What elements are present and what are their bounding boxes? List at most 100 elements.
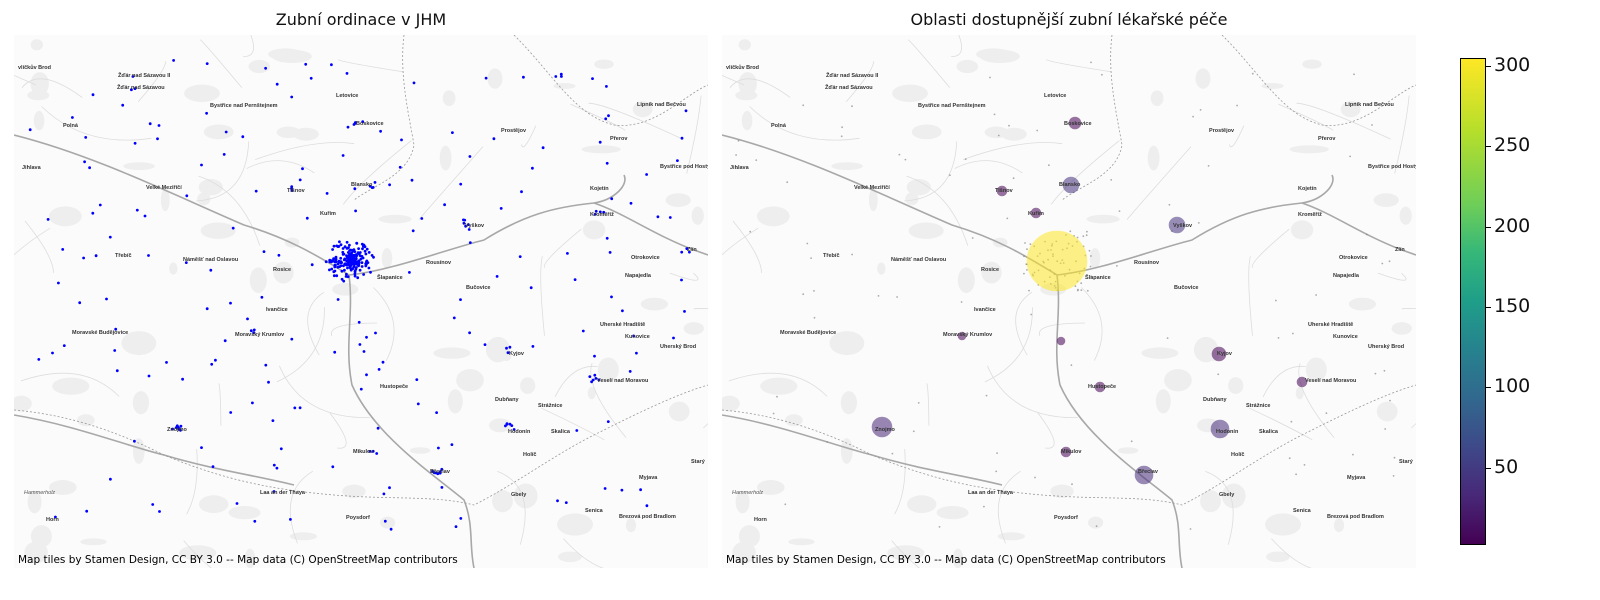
location-point	[1383, 369, 1386, 372]
terrain-patch	[80, 538, 107, 546]
town-label: Laa an der Thaya	[260, 490, 305, 496]
minor-road	[373, 287, 395, 361]
clinic-point	[147, 254, 150, 257]
clinic-point	[271, 419, 275, 422]
location-point	[1192, 115, 1194, 118]
town-label: Lipník nad Bečvou	[1345, 102, 1394, 108]
location-point	[996, 452, 998, 454]
terrain-patch	[30, 39, 43, 51]
town-label: vlíčkův Brod	[18, 65, 52, 71]
clinic-point	[605, 161, 609, 165]
terrain-patch	[378, 214, 412, 224]
clinic-point	[504, 424, 507, 428]
minor-road	[543, 228, 582, 268]
clinic-point	[556, 499, 559, 503]
minor-road	[276, 307, 325, 383]
clinic-point	[229, 411, 233, 414]
location-point	[877, 295, 880, 297]
terrain-patch	[1147, 145, 1160, 171]
clinic-point	[332, 244, 336, 248]
clinic-point	[346, 266, 349, 270]
terrain-patch	[456, 369, 484, 392]
colorbar-tick-label: 300	[1494, 54, 1531, 77]
minor-road	[186, 448, 198, 515]
terrain-patch	[293, 127, 319, 141]
location-point	[1082, 235, 1085, 238]
clinic-point	[328, 260, 332, 264]
location-point	[1353, 73, 1355, 76]
location-point	[1036, 129, 1039, 132]
clinic-point	[372, 255, 375, 259]
clinic-point	[573, 278, 577, 281]
terrain-patch	[892, 84, 928, 102]
town-label: Letovice	[336, 93, 359, 99]
clinic-point	[363, 249, 367, 253]
clinic-point	[680, 136, 684, 140]
clinic-point	[340, 261, 343, 264]
minor-road	[246, 160, 315, 174]
terrain-patch	[788, 538, 815, 546]
location-point	[1048, 164, 1050, 167]
clinic-point	[231, 226, 235, 230]
clinic-point	[324, 260, 328, 264]
minor-road	[1037, 412, 1055, 449]
clinic-point	[361, 256, 365, 260]
clinic-point	[554, 75, 558, 78]
clinic-point	[604, 117, 608, 121]
clinic-point	[420, 217, 424, 220]
location-point	[1069, 230, 1072, 233]
terrain-patch	[831, 162, 863, 170]
town-label: Senica	[585, 508, 603, 514]
right-map: Map tiles by Stamen Design, CC BY 3.0 --…	[722, 35, 1416, 568]
clinic-point	[133, 439, 136, 443]
clinic-point	[272, 463, 276, 467]
location-point	[1371, 124, 1373, 126]
town-label: Náměšť nad Oslavou	[891, 257, 947, 263]
town-label: Velké Meziříčí	[146, 185, 182, 191]
terrain-patch	[1265, 513, 1301, 536]
clinic-point	[85, 509, 89, 513]
location-point	[1199, 109, 1202, 111]
town-label: Žďár nad Sázavou	[825, 85, 873, 91]
clinic-point	[450, 443, 454, 446]
terrain-patch	[976, 48, 1011, 61]
clinic-point	[463, 218, 467, 222]
town-label: Hodonín	[1216, 429, 1239, 435]
clinic-point	[147, 374, 151, 378]
terrain-patch	[33, 110, 45, 131]
clinic-point	[275, 82, 279, 86]
clinic-point	[645, 504, 649, 508]
left-map-title: Zubní ordinace v JHM	[275, 10, 447, 29]
minor-road	[307, 291, 325, 356]
minor-road	[279, 365, 370, 419]
clinic-point	[459, 298, 462, 301]
clinic-point	[172, 59, 176, 62]
clinic-point	[383, 519, 387, 523]
town-label: Lipník nad Bečvou	[637, 102, 686, 108]
region-border	[513, 35, 708, 126]
minor-road	[541, 407, 605, 441]
terrain-patch	[683, 322, 704, 335]
clinic-point	[416, 402, 420, 406]
clinic-point	[62, 344, 66, 347]
clinic-point	[656, 215, 660, 219]
location-point	[1389, 399, 1391, 402]
clinic-point	[37, 358, 41, 361]
town-label: Jihlava	[22, 165, 41, 171]
clinic-point	[364, 252, 368, 256]
terrain-patch	[123, 162, 155, 170]
minor-road	[894, 448, 906, 515]
location-point	[971, 237, 974, 239]
clinic-point	[340, 269, 344, 273]
location-point	[995, 470, 998, 473]
terrain-patch	[1155, 389, 1171, 414]
clinic-point	[350, 256, 354, 260]
terrain-patch	[48, 206, 82, 227]
clinic-point	[83, 160, 86, 164]
clinic-point	[88, 166, 91, 170]
town-label: Šlapanice	[1085, 275, 1111, 281]
clinic-point	[331, 248, 334, 251]
location-point	[964, 158, 967, 160]
clinic-point	[629, 201, 633, 205]
town-label: Žďár nad Sázavou II	[826, 73, 879, 79]
